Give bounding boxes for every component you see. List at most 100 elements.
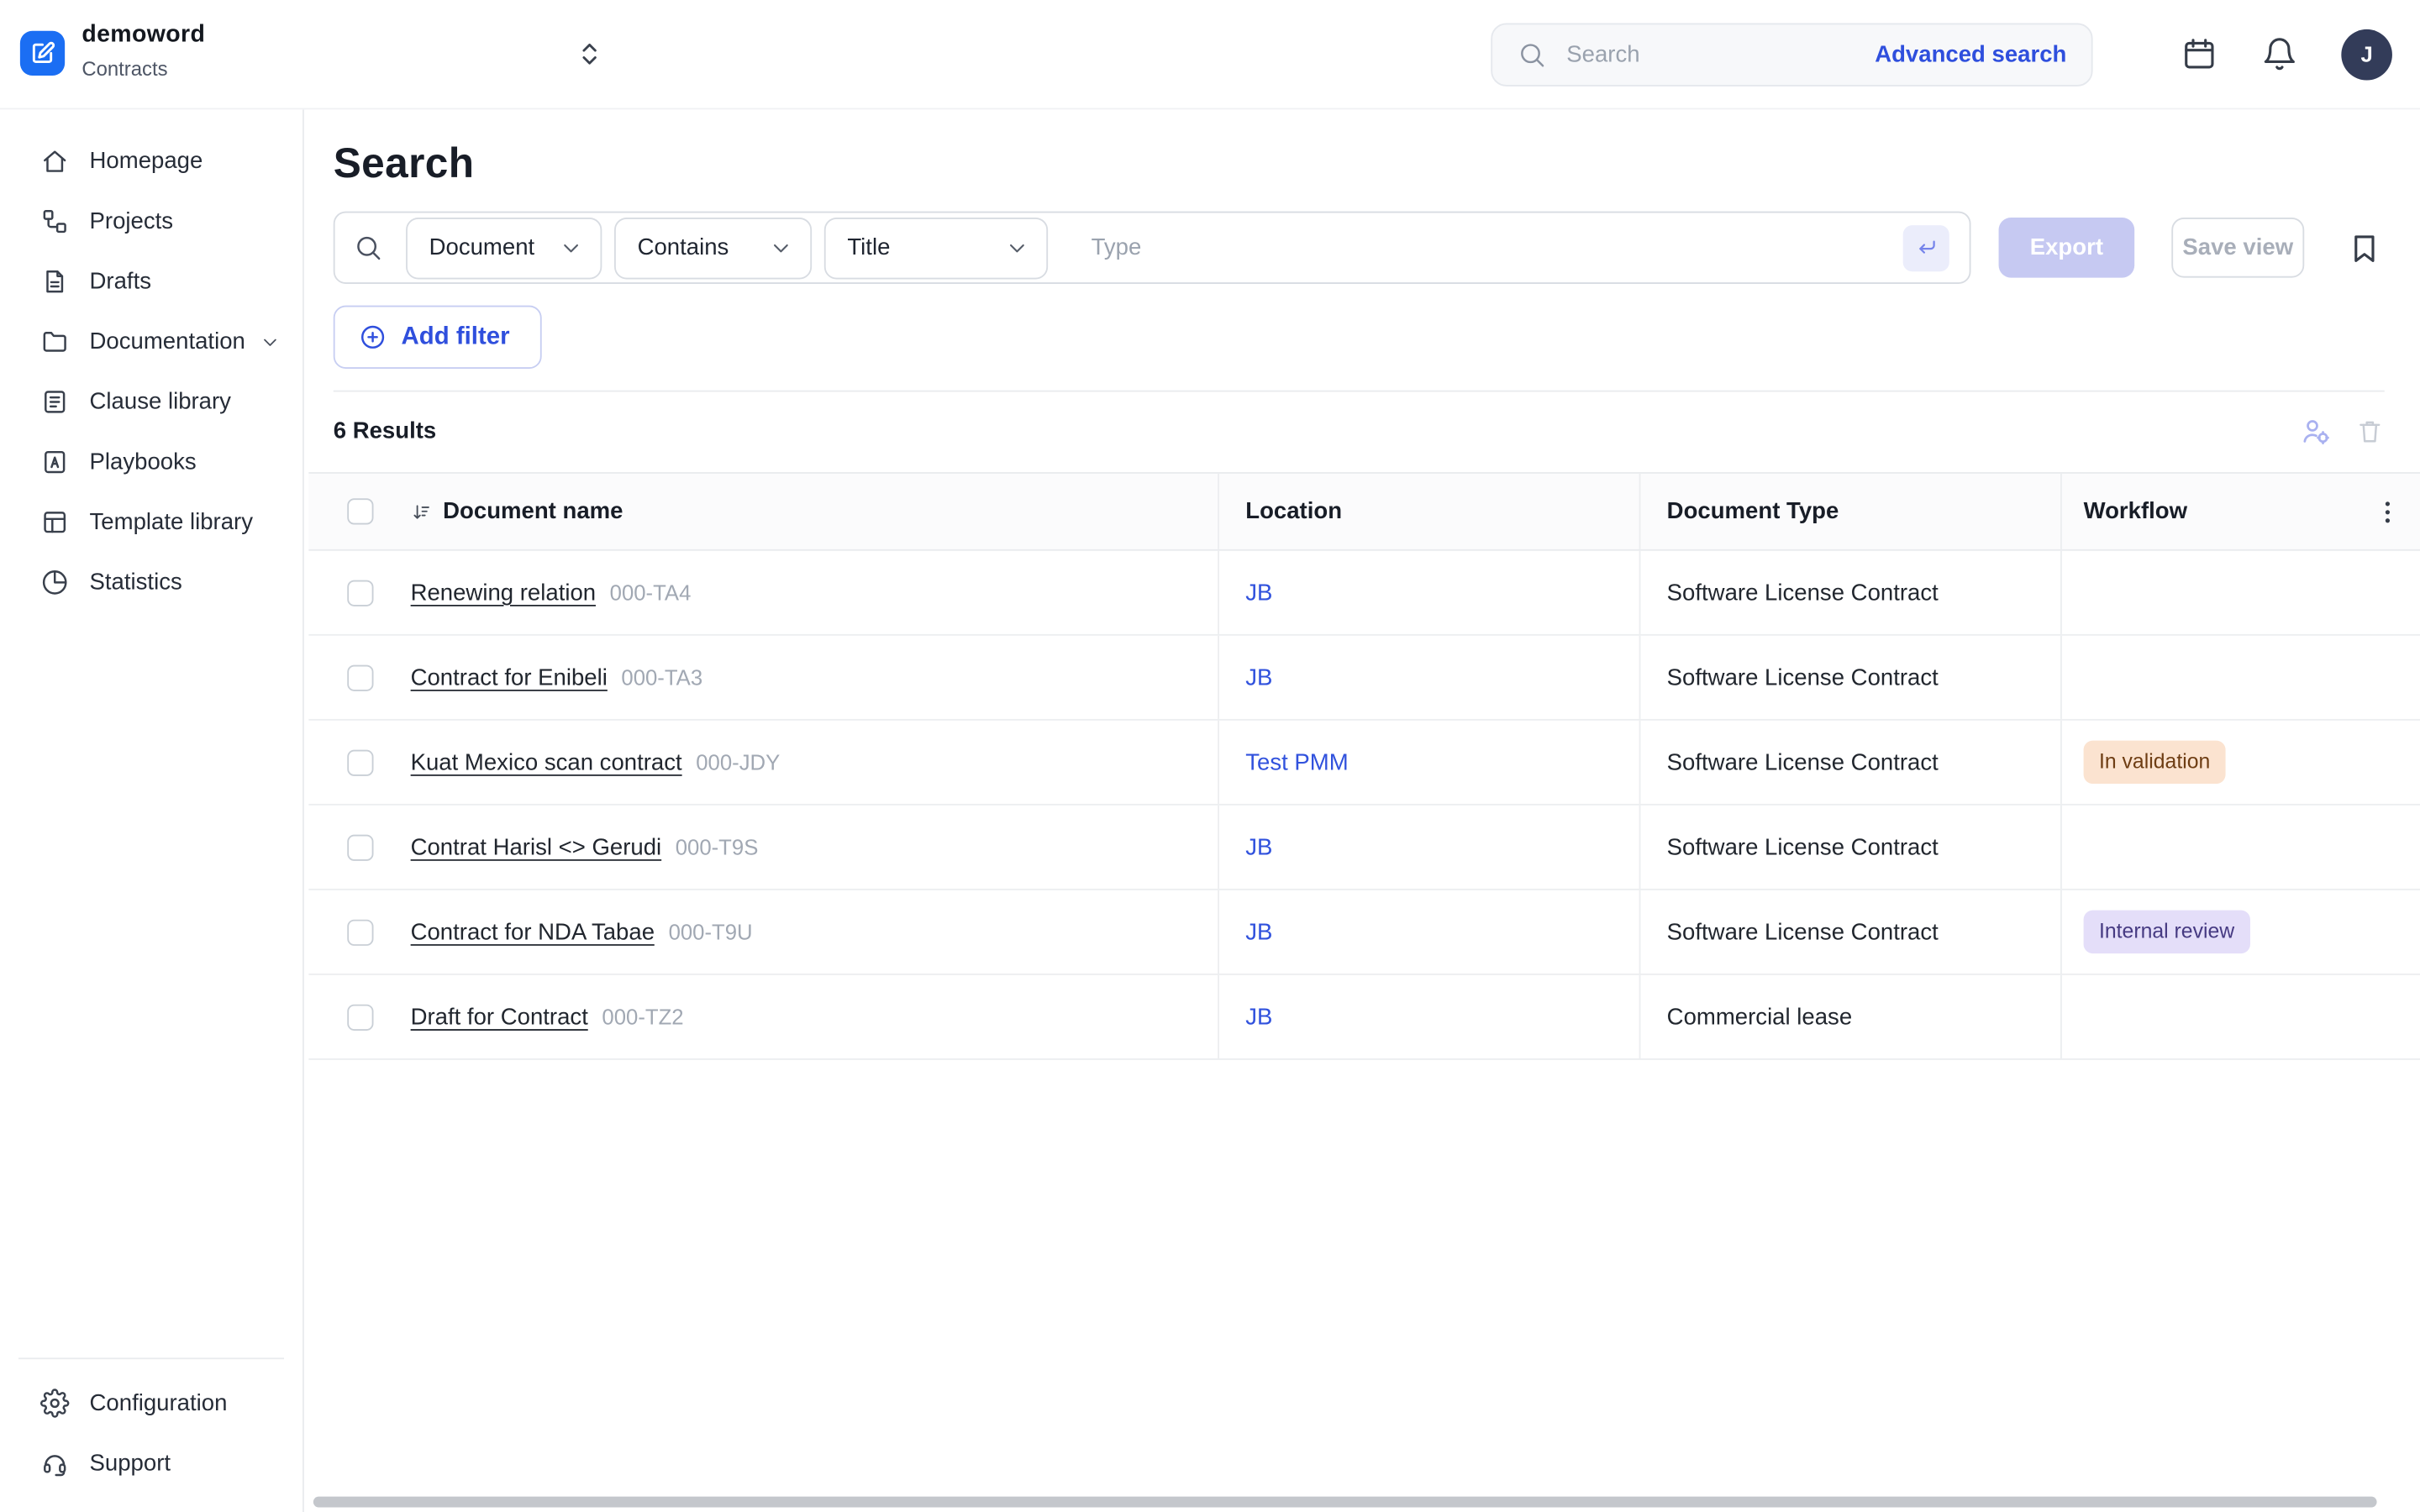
document-link[interactable]: Contrat Harisl <> Gerudi [411,834,662,860]
document-code: 000-JDY [696,750,780,774]
filter-operator-select[interactable]: Contains [614,217,812,278]
calendar-button[interactable] [2181,35,2217,72]
table-options-button[interactable] [2372,496,2403,528]
sidebar-item-homepage[interactable]: Homepage [0,131,302,192]
sidebar-item-label: Homepage [90,148,203,174]
table-body: Renewing relation 000-TA4 JB Software Li… [308,551,2420,1060]
sidebar-item-label: Template library [90,509,253,535]
row-checkbox[interactable] [346,749,372,775]
row-checkbox[interactable] [346,834,372,860]
sidebar-item-support[interactable]: Support [0,1433,302,1494]
sidebar-item-projects[interactable]: Projects [0,192,302,252]
notifications-button[interactable] [2261,35,2298,72]
document-type: Software License Contract [1667,919,1939,945]
global-search[interactable]: Advanced search [1491,23,2092,86]
sidebar-footer-nav: Configuration Support [0,1373,302,1494]
filter-value-input[interactable] [1060,233,1903,262]
row-checkbox[interactable] [346,580,372,606]
sidebar-item-statistics[interactable]: Statistics [0,553,302,613]
document-type: Software License Contract [1667,749,1939,775]
location-link[interactable]: JB [1245,1004,1272,1030]
location-link[interactable]: JB [1245,664,1272,690]
add-filter-button[interactable]: Add filter [334,306,542,369]
bookmark-button[interactable] [2346,229,2383,266]
results-count: 6 Results [334,417,437,444]
home-icon [40,146,70,176]
location-link[interactable]: JB [1245,919,1272,945]
filter-row: Document Contains Title Export Save view [334,212,2385,284]
sidebar-item-configuration[interactable]: Configuration [0,1373,302,1434]
app-section: Contracts [82,58,205,78]
app-logo[interactable] [20,31,65,76]
table-row: Draft for Contract 000-TZ2 JB Commercial… [308,975,2420,1060]
location-link[interactable]: Test PMM [1245,749,1348,775]
search-icon [1518,39,1547,69]
sidebar-item-clause-library[interactable]: Clause library [0,372,302,433]
assign-users-button[interactable] [2300,414,2333,447]
main-content: Search Document Contains Title [306,109,2420,1512]
global-search-input[interactable] [1564,39,1876,69]
filter-operator-value: Contains [638,234,729,260]
projects-icon [40,207,70,236]
search-icon [354,233,383,262]
app-name: demoword [82,24,205,47]
save-view-button[interactable]: Save view [2171,218,2304,278]
filter-entity-select[interactable]: Document [406,217,602,278]
location-link[interactable]: JB [1245,834,1272,860]
app-root: demoword Contracts Advanced search J Hom… [0,0,2420,1512]
column-header-workflow[interactable]: Workflow [2084,498,2187,524]
document-link[interactable]: Contract for NDA Tabae [411,919,655,945]
chevron-down-icon[interactable] [260,331,281,353]
location-link[interactable]: JB [1245,580,1272,606]
column-header-location[interactable]: Location [1245,498,1342,524]
statistics-icon [40,568,70,597]
sidebar-divider [18,1357,284,1359]
sidebar-item-drafts[interactable]: Drafts [0,251,302,312]
sidebar-item-label: Statistics [90,570,182,596]
sidebar-item-label: Projects [90,208,174,234]
select-all-checkbox[interactable] [346,498,372,524]
document-link[interactable]: Renewing relation [411,580,597,606]
table-header: Document name Location Document Type Wor… [308,472,2420,551]
sidebar-item-label: Configuration [90,1390,228,1416]
workflow-badge: In validation [2084,741,2226,784]
headset-icon [40,1449,70,1478]
document-link[interactable]: Contract for Enibeli [411,664,608,690]
drafts-icon [40,267,70,297]
delete-button[interactable] [2355,416,2385,445]
table-row: Contract for NDA Tabae 000-T9U JB Softwa… [308,890,2420,975]
gear-icon [40,1389,70,1418]
topbar: demoword Contracts Advanced search J [0,0,2420,109]
clause-library-icon [40,387,70,417]
document-code: 000-TZ2 [602,1005,683,1029]
user-avatar[interactable]: J [2341,29,2392,80]
sidebar-item-documentation[interactable]: Documentation [0,312,302,372]
document-code: 000-T9S [676,835,759,859]
export-button[interactable]: Export [1999,218,2135,278]
template-library-icon [40,507,70,537]
sidebar-item-template-library[interactable]: Template library [0,492,302,553]
document-link[interactable]: Kuat Mexico scan contract [411,749,682,775]
advanced-search-link[interactable]: Advanced search [1875,41,2066,67]
row-checkbox[interactable] [346,1004,372,1030]
sort-icon[interactable] [411,501,433,522]
document-link[interactable]: Draft for Contract [411,1004,588,1030]
folder-icon [40,327,70,356]
horizontal-scrollbar[interactable] [313,1497,2377,1508]
document-type: Software License Contract [1667,580,1939,606]
row-checkbox[interactable] [346,664,372,690]
submit-filter-button[interactable] [1903,224,1949,270]
results-table: Document name Location Document Type Wor… [308,472,2420,1060]
topbar-right: Advanced search J [1491,0,2392,108]
column-header-document-type[interactable]: Document Type [1667,498,1839,524]
document-code: 000-TA3 [621,665,702,690]
column-header-document-name[interactable]: Document name [443,498,623,524]
section-divider [334,391,2385,392]
sidebar-item-playbooks[interactable]: Playbooks [0,432,302,492]
workspace-switcher[interactable] [572,31,606,77]
document-type: Software License Contract [1667,834,1939,860]
document-code: 000-T9U [669,920,753,944]
filter-field-select[interactable]: Title [824,217,1048,278]
chevron-down-icon [769,235,793,260]
row-checkbox[interactable] [346,919,372,945]
